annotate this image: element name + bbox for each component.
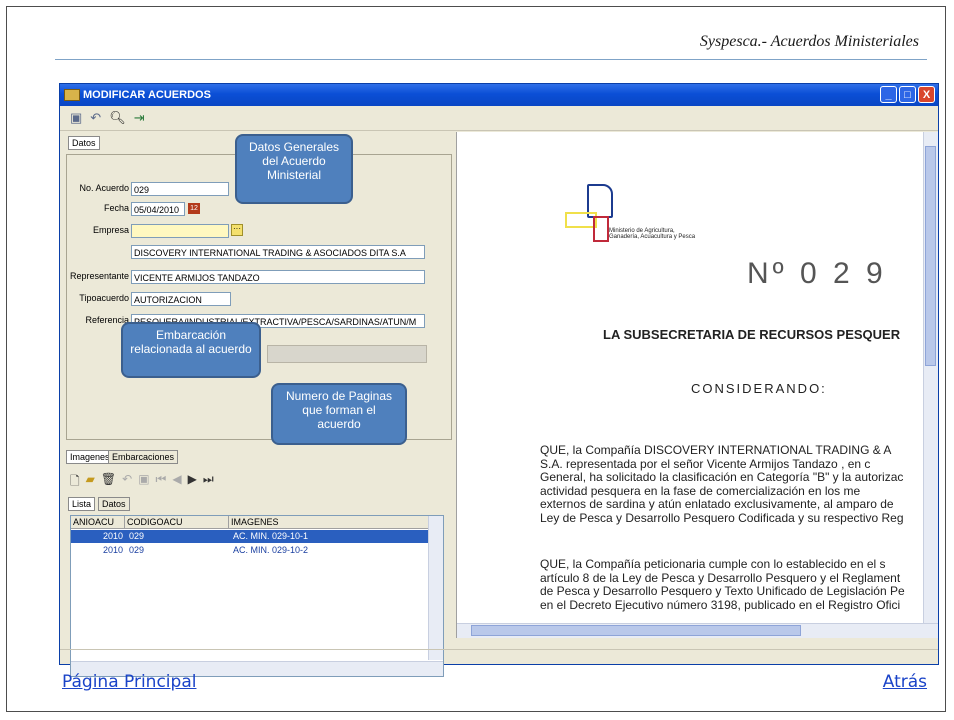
cell-codigo: 029	[129, 531, 145, 541]
no-acuerdo-field[interactable]: 029	[131, 182, 229, 196]
slide-title: Syspesca.- Acuerdos Ministeriales	[699, 33, 919, 50]
callout-numero-paginas: Numero de Paginas que forman el acuerdo	[271, 383, 407, 445]
tipoacuerdo-field[interactable]: AUTORIZACION	[131, 292, 231, 306]
minimize-button[interactable]: _	[880, 86, 897, 103]
status-bar	[60, 649, 938, 664]
representante-field[interactable]: VICENTE ARMIJOS TANDAZO	[131, 270, 425, 284]
open-folder-icon[interactable]: ▰	[86, 472, 95, 493]
column-header-imagenes[interactable]: IMAGENES	[229, 516, 431, 529]
table-row[interactable]: 2010 029 AC. MIN. 029-10-2	[71, 544, 431, 557]
column-header-anioacu[interactable]: ANIOACU	[71, 516, 125, 529]
next-record-icon[interactable]: ▶	[188, 472, 197, 493]
subtab-datos[interactable]: Datos	[98, 497, 130, 511]
text-line: General, ha solicitado la clasificación …	[540, 470, 904, 484]
title-divider	[55, 59, 927, 60]
previous-record-icon[interactable]: ◀	[172, 472, 181, 493]
empresa-name-field[interactable]: DISCOVERY INTERNATIONAL TRADING & ASOCIA…	[131, 245, 425, 259]
close-button[interactable]: X	[918, 86, 935, 103]
representante-label: Representante	[69, 271, 129, 281]
paragraph-1: QUE, la Compañía DISCOVERY INTERNATIONAL…	[540, 443, 904, 525]
preview-icon[interactable]: 🔍︎	[109, 110, 126, 126]
ministry-logo-accent-red	[593, 216, 609, 242]
text-line: externos de sardina y atún enlatado excl…	[540, 497, 894, 511]
column-header-codigoacu[interactable]: CODIGOACU	[125, 516, 229, 529]
text-line: Ley de Pesca y Desarrollo Pesquero Codif…	[540, 510, 904, 525]
cell-anio: 2010	[102, 545, 123, 555]
fecha-field[interactable]: 05/04/2010	[131, 202, 185, 216]
tab-datos[interactable]: Datos	[68, 136, 100, 150]
text-line: artículo 8 de la Ley de Pesca y Desarrol…	[540, 570, 901, 585]
toolbar: ▣ ↶ 🔍︎ ⇥	[60, 106, 938, 131]
tab-imagenes[interactable]: Imagenes	[66, 450, 114, 464]
delete-icon[interactable]: 🗑︎	[101, 472, 116, 493]
window-titlebar[interactable]: MODIFICAR ACUERDOS _ □ X	[60, 84, 938, 106]
scroll-thumb[interactable]	[471, 625, 801, 636]
empresa-code-field[interactable]	[131, 224, 229, 238]
text-line: QUE, la Compañía peticionaria cumple con…	[540, 557, 886, 571]
maximize-button[interactable]: □	[899, 86, 916, 103]
link-pagina-principal[interactable]: Página Principal	[62, 672, 196, 692]
save-icon[interactable]: ▣	[70, 110, 82, 126]
grid-vertical-scrollbar[interactable]	[428, 516, 443, 660]
document-horizontal-scrollbar[interactable]	[457, 623, 938, 638]
document-viewer[interactable]: Ministerio de Agricultura, Ganadería, Ac…	[456, 132, 938, 638]
tipoacuerdo-label: Tipoacuerdo	[79, 293, 129, 303]
tab-embarcaciones[interactable]: Embarcaciones	[108, 450, 179, 464]
cell-imagen: AC. MIN. 029-10-1	[233, 531, 309, 541]
fecha-label: Fecha	[103, 203, 129, 213]
paragraph-2: QUE, la Compañía peticionaria cumple con…	[540, 557, 905, 612]
last-record-icon[interactable]: ⏭	[203, 472, 214, 493]
grid-toolbar: 🗋︎ ▰ 🗑︎ ↶ ▣ ⏮ ◀ ▶ ⏭	[70, 472, 214, 493]
text-line: en el Decreto Ejecutivo número 3198, pub…	[540, 597, 901, 612]
document-vertical-scrollbar[interactable]	[923, 132, 938, 624]
document-number: Nº 0 2 9	[747, 257, 887, 290]
empresa-label: Empresa	[92, 225, 129, 235]
link-atras[interactable]: Atrás	[883, 672, 927, 692]
considerando-heading: CONSIDERANDO:	[691, 381, 827, 396]
document-heading: LA SUBSECRETARIA DE RECURSOS PESQUER	[603, 327, 901, 342]
save-icon[interactable]: ▣	[138, 472, 149, 493]
exit-icon[interactable]: ⇥	[134, 110, 145, 126]
empresa-lookup-button[interactable]: ···	[231, 224, 243, 236]
subtab-lista[interactable]: Lista	[68, 497, 96, 511]
no-acuerdo-label: No. Acuerdo	[79, 183, 129, 193]
slide-frame: Syspesca.- Acuerdos Ministeriales MODIFI…	[6, 6, 946, 712]
text-line: de Pesca y Desarrollo Pesquero y Texto U…	[540, 584, 905, 598]
text-line: S.A. representada por el señor Vicente A…	[540, 456, 871, 471]
callout-datos-generales: Datos Generales del Acuerdo Ministerial	[235, 134, 353, 204]
window-title: MODIFICAR ACUERDOS	[83, 89, 211, 101]
undo-icon[interactable]: ↶	[90, 110, 101, 126]
ministry-name: Ministerio de Agricultura, Ganadería, Ac…	[609, 228, 696, 240]
app-icon	[64, 89, 80, 102]
cell-anio: 2010	[102, 531, 123, 541]
cell-codigo: 029	[129, 545, 145, 555]
text-line: actividad pesquera en la fase de comerci…	[540, 483, 861, 498]
table-row[interactable]: 2010 029 AC. MIN. 029-10-1	[71, 530, 431, 543]
calendar-icon[interactable]: 12	[188, 203, 200, 214]
callout-embarcacion: Embarcación relacionada al acuerdo	[121, 322, 261, 378]
embarcacion-field-disabled	[267, 345, 427, 363]
text-line: QUE, la Compañía DISCOVERY INTERNATIONAL…	[540, 443, 892, 457]
cell-imagen: AC. MIN. 029-10-2	[233, 545, 309, 555]
undo-icon[interactable]: ↶	[122, 472, 132, 493]
scroll-thumb[interactable]	[925, 146, 936, 366]
first-record-icon[interactable]: ⏮	[156, 472, 167, 493]
referencia-label: Referencia	[85, 315, 129, 325]
new-icon[interactable]: 🗋︎	[70, 472, 80, 493]
